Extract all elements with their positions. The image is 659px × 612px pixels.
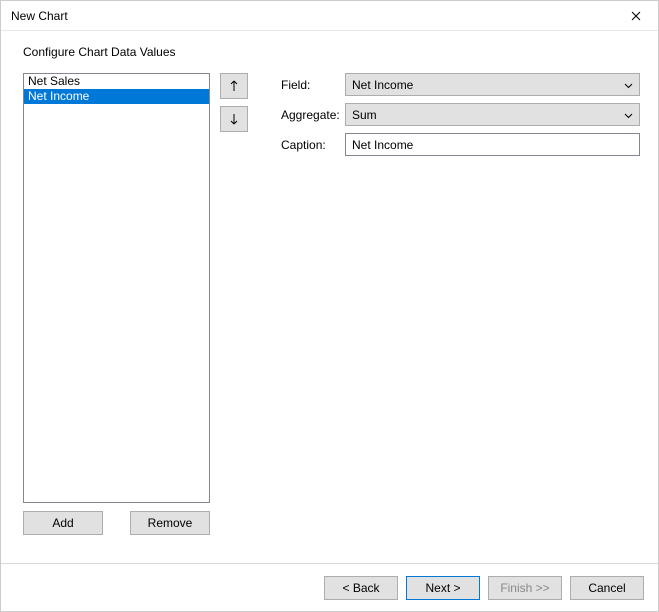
content-area: Net Sales Net Income Add Remove Field: N… (23, 73, 640, 553)
wizard-footer: < Back Next > Finish >> Cancel (1, 563, 658, 611)
chevron-down-icon (624, 108, 633, 122)
chevron-down-icon (624, 78, 633, 92)
caption-row: Caption: (281, 133, 640, 156)
cancel-button[interactable]: Cancel (570, 576, 644, 600)
list-item[interactable]: Net Income (24, 89, 209, 104)
back-button[interactable]: < Back (324, 576, 398, 600)
field-label: Field: (281, 78, 345, 92)
caption-label: Caption: (281, 138, 345, 152)
close-button[interactable] (614, 1, 658, 31)
move-down-button[interactable] (220, 106, 248, 132)
field-select-value: Net Income (352, 78, 413, 92)
arrow-down-icon (230, 113, 238, 125)
remove-button[interactable]: Remove (130, 511, 210, 535)
arrow-up-icon (230, 80, 238, 92)
close-icon (631, 11, 641, 21)
field-select[interactable]: Net Income (345, 73, 640, 96)
window-title: New Chart (11, 9, 68, 23)
next-button[interactable]: Next > (406, 576, 480, 600)
page-subtitle: Configure Chart Data Values (1, 31, 658, 71)
aggregate-label: Aggregate: (281, 108, 345, 122)
caption-input[interactable] (345, 133, 640, 156)
aggregate-row: Aggregate: Sum (281, 103, 640, 126)
values-listbox[interactable]: Net Sales Net Income (23, 73, 210, 503)
aggregate-select-value: Sum (352, 108, 377, 122)
field-row: Field: Net Income (281, 73, 640, 96)
add-button[interactable]: Add (23, 511, 103, 535)
aggregate-select[interactable]: Sum (345, 103, 640, 126)
form-area: Field: Net Income Aggregate: Sum Caption… (281, 73, 640, 163)
list-item[interactable]: Net Sales (24, 74, 209, 89)
finish-button[interactable]: Finish >> (488, 576, 562, 600)
move-up-button[interactable] (220, 73, 248, 99)
titlebar: New Chart (1, 1, 658, 31)
